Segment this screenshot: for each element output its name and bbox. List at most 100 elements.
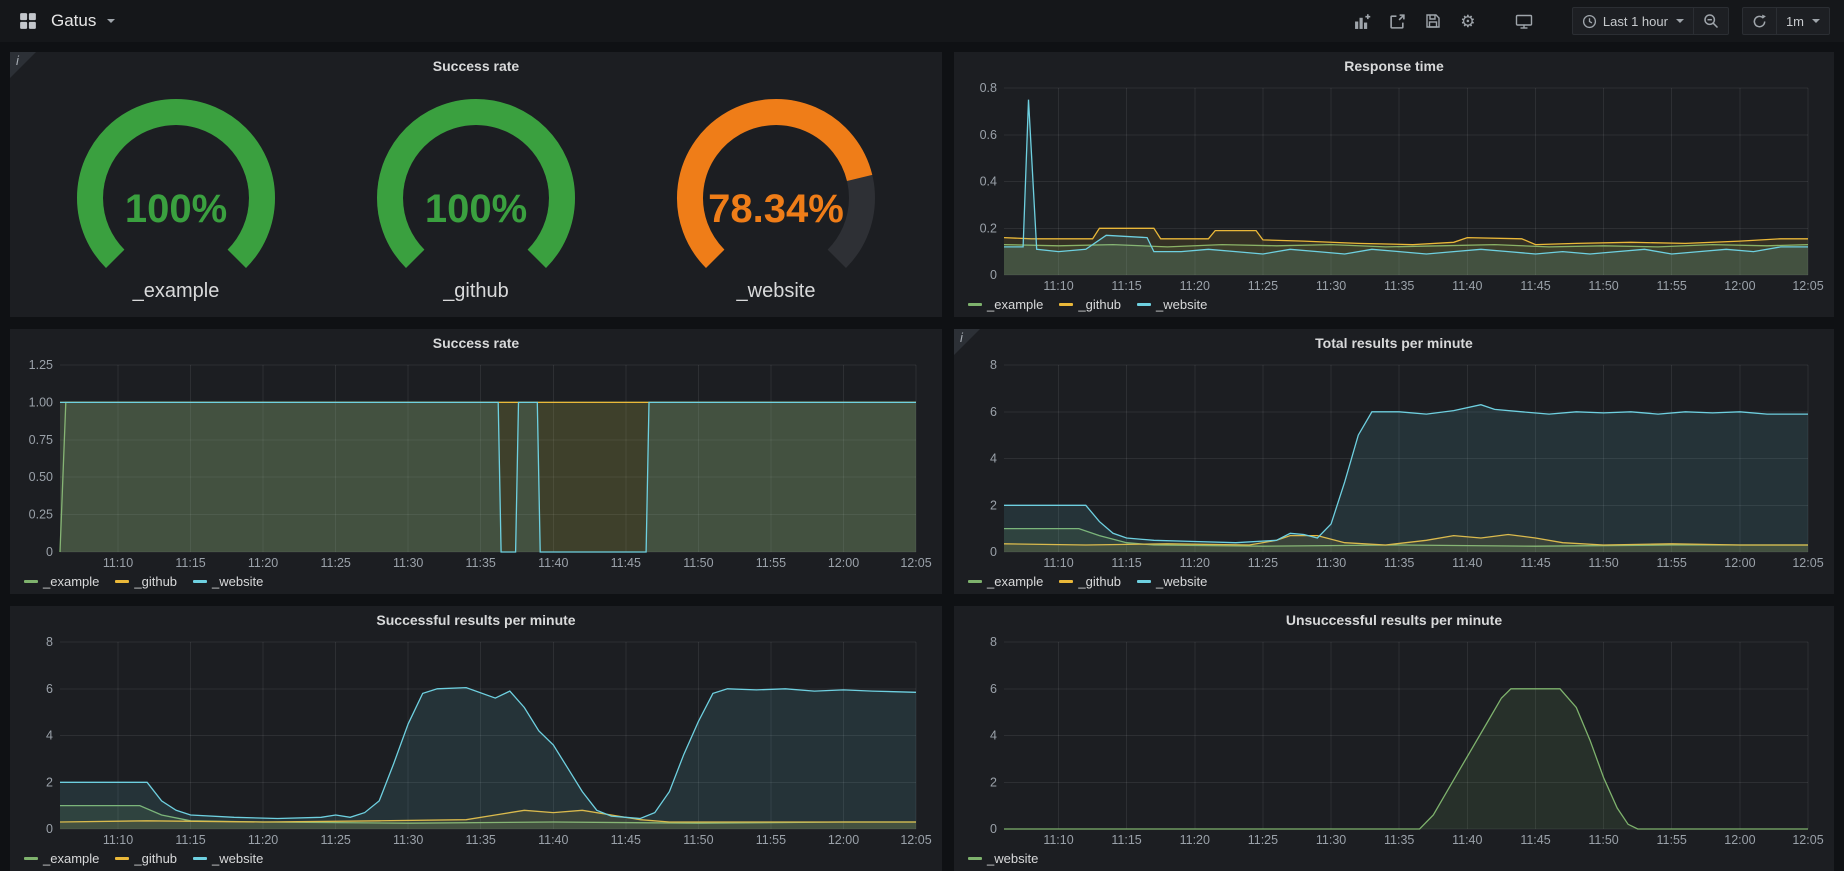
refresh-icon — [1752, 14, 1767, 29]
legend: _example _github _website — [954, 572, 1834, 594]
legend-item-_github[interactable]: _github — [115, 851, 177, 866]
svg-text:0.8: 0.8 — [980, 81, 997, 95]
svg-text:0: 0 — [46, 545, 53, 559]
svg-text:11:40: 11:40 — [538, 556, 568, 570]
panel-info-corner[interactable]: i — [954, 329, 980, 355]
svg-text:8: 8 — [990, 635, 997, 649]
settings-gear-icon[interactable]: ⚙ — [1454, 8, 1482, 34]
svg-text:11:50: 11:50 — [1588, 833, 1618, 847]
svg-text:11:45: 11:45 — [611, 833, 641, 847]
time-range-label: Last 1 hour — [1603, 14, 1668, 29]
svg-text:11:10: 11:10 — [103, 833, 133, 847]
legend-swatch — [115, 857, 129, 860]
gauge-arc: 100% — [326, 98, 626, 276]
top-navbar: Gatus ⚙ — [0, 0, 1844, 42]
panel-header[interactable]: Unsuccessful results per minute — [954, 606, 1834, 634]
timeseries-svg[interactable]: 00.250.500.751.001.2511:1011:1511:2011:2… — [16, 357, 936, 572]
chart-successful-results[interactable]: 0246811:1011:1511:2011:2511:3011:3511:40… — [16, 634, 936, 849]
legend-swatch — [1137, 580, 1151, 583]
refresh-interval-dropdown[interactable]: 1m — [1776, 8, 1829, 34]
svg-text:11:55: 11:55 — [1657, 279, 1687, 293]
svg-text:11:25: 11:25 — [321, 833, 351, 847]
svg-text:11:10: 11:10 — [1043, 556, 1073, 570]
chart-response-time[interactable]: 00.20.40.60.811:1011:1511:2011:2511:3011… — [960, 80, 1828, 295]
panel-title: Unsuccessful results per minute — [1286, 612, 1502, 628]
svg-text:12:00: 12:00 — [1724, 833, 1755, 847]
share-icon[interactable] — [1384, 8, 1412, 34]
gauge-label: _website — [737, 280, 816, 303]
legend-item-_website[interactable]: _website — [1137, 297, 1207, 312]
timeseries-svg[interactable]: 0246811:1011:1511:2011:2511:3011:3511:40… — [16, 634, 936, 849]
dashboard-grid: i Success rate 100% _example 100% _github 78… — [0, 42, 1844, 871]
svg-text:6: 6 — [990, 405, 997, 419]
zoom-out-button[interactable] — [1693, 8, 1728, 34]
legend-item-_example[interactable]: _example — [24, 574, 99, 589]
legend-item-_example[interactable]: _example — [24, 851, 99, 866]
panel-header[interactable]: Successful results per minute — [10, 606, 942, 634]
panel-header[interactable]: Total results per minute — [954, 329, 1834, 357]
legend-name: _example — [987, 297, 1043, 312]
gauge-arc: 78.34% — [626, 98, 926, 276]
timeseries-svg[interactable]: 0246811:1011:1511:2011:2511:3011:3511:40… — [960, 357, 1828, 572]
legend-name: _github — [1078, 297, 1121, 312]
panel-info-corner[interactable]: i — [10, 52, 36, 78]
panel-header[interactable]: Success rate — [10, 52, 942, 80]
svg-text:11:45: 11:45 — [1520, 833, 1550, 847]
legend-item-_github[interactable]: _github — [1059, 574, 1121, 589]
gauge-arc: 100% — [26, 98, 326, 276]
svg-text:11:20: 11:20 — [1180, 279, 1210, 293]
time-range-picker[interactable]: Last 1 hour — [1573, 8, 1693, 34]
refresh-group: 1m — [1742, 7, 1830, 35]
chart-success-rate[interactable]: 00.250.500.751.001.2511:1011:1511:2011:2… — [16, 357, 936, 572]
svg-text:11:15: 11:15 — [175, 833, 205, 847]
legend-item-_github[interactable]: _github — [1059, 297, 1121, 312]
svg-text:12:05: 12:05 — [1792, 279, 1823, 293]
svg-text:0.6: 0.6 — [980, 128, 997, 142]
svg-text:12:00: 12:00 — [1724, 279, 1755, 293]
panel-title: Success rate — [433, 58, 519, 74]
svg-text:100%: 100% — [125, 187, 227, 231]
svg-text:2: 2 — [990, 775, 997, 789]
legend-item-_website[interactable]: _website — [193, 851, 263, 866]
svg-text:11:30: 11:30 — [393, 833, 423, 847]
time-range-caret-icon — [1676, 19, 1684, 23]
tv-cycle-view-icon[interactable] — [1510, 8, 1538, 34]
legend-item-_website[interactable]: _website — [968, 851, 1038, 866]
svg-text:11:45: 11:45 — [1520, 556, 1550, 570]
svg-text:2: 2 — [46, 775, 53, 789]
clock-icon — [1582, 14, 1597, 29]
legend-item-_website[interactable]: _website — [193, 574, 263, 589]
dashboards-grid-icon[interactable] — [14, 8, 42, 34]
svg-text:4: 4 — [990, 729, 997, 743]
svg-text:12:05: 12:05 — [1792, 556, 1823, 570]
timeseries-svg[interactable]: 0246811:1011:1511:2011:2511:3011:3511:40… — [960, 634, 1828, 849]
svg-text:11:50: 11:50 — [683, 556, 713, 570]
legend: _example _github _website — [10, 572, 942, 594]
legend-item-_example[interactable]: _example — [968, 297, 1043, 312]
gauge-_website: 78.34% _website — [626, 98, 926, 303]
chart-total-results[interactable]: 0246811:1011:1511:2011:2511:3011:3511:40… — [960, 357, 1828, 572]
svg-text:11:50: 11:50 — [683, 833, 713, 847]
add-panel-icon[interactable] — [1349, 8, 1377, 34]
legend-swatch — [968, 303, 982, 306]
panel-title: Success rate — [433, 335, 519, 351]
svg-text:11:55: 11:55 — [1657, 556, 1687, 570]
svg-text:12:05: 12:05 — [900, 833, 931, 847]
dashboard-title-caret-icon[interactable] — [107, 19, 115, 23]
timeseries-svg[interactable]: 00.20.40.60.811:1011:1511:2011:2511:3011… — [960, 80, 1828, 295]
legend-swatch — [115, 580, 129, 583]
panel-header[interactable]: Response time — [954, 52, 1834, 80]
legend-item-_website[interactable]: _website — [1137, 574, 1207, 589]
chart-unsuccessful-results[interactable]: 0246811:1011:1511:2011:2511:3011:3511:40… — [960, 634, 1828, 849]
save-icon[interactable] — [1419, 8, 1447, 34]
svg-text:11:20: 11:20 — [1180, 833, 1210, 847]
legend-item-_example[interactable]: _example — [968, 574, 1043, 589]
navbar-left: Gatus — [14, 8, 115, 34]
svg-text:11:40: 11:40 — [538, 833, 568, 847]
dashboard-title[interactable]: Gatus — [51, 11, 96, 31]
gauge-label: _github — [443, 280, 509, 303]
refresh-button[interactable] — [1743, 8, 1776, 34]
panel-header[interactable]: Success rate — [10, 329, 942, 357]
svg-text:1.25: 1.25 — [29, 358, 53, 372]
legend-item-_github[interactable]: _github — [115, 574, 177, 589]
